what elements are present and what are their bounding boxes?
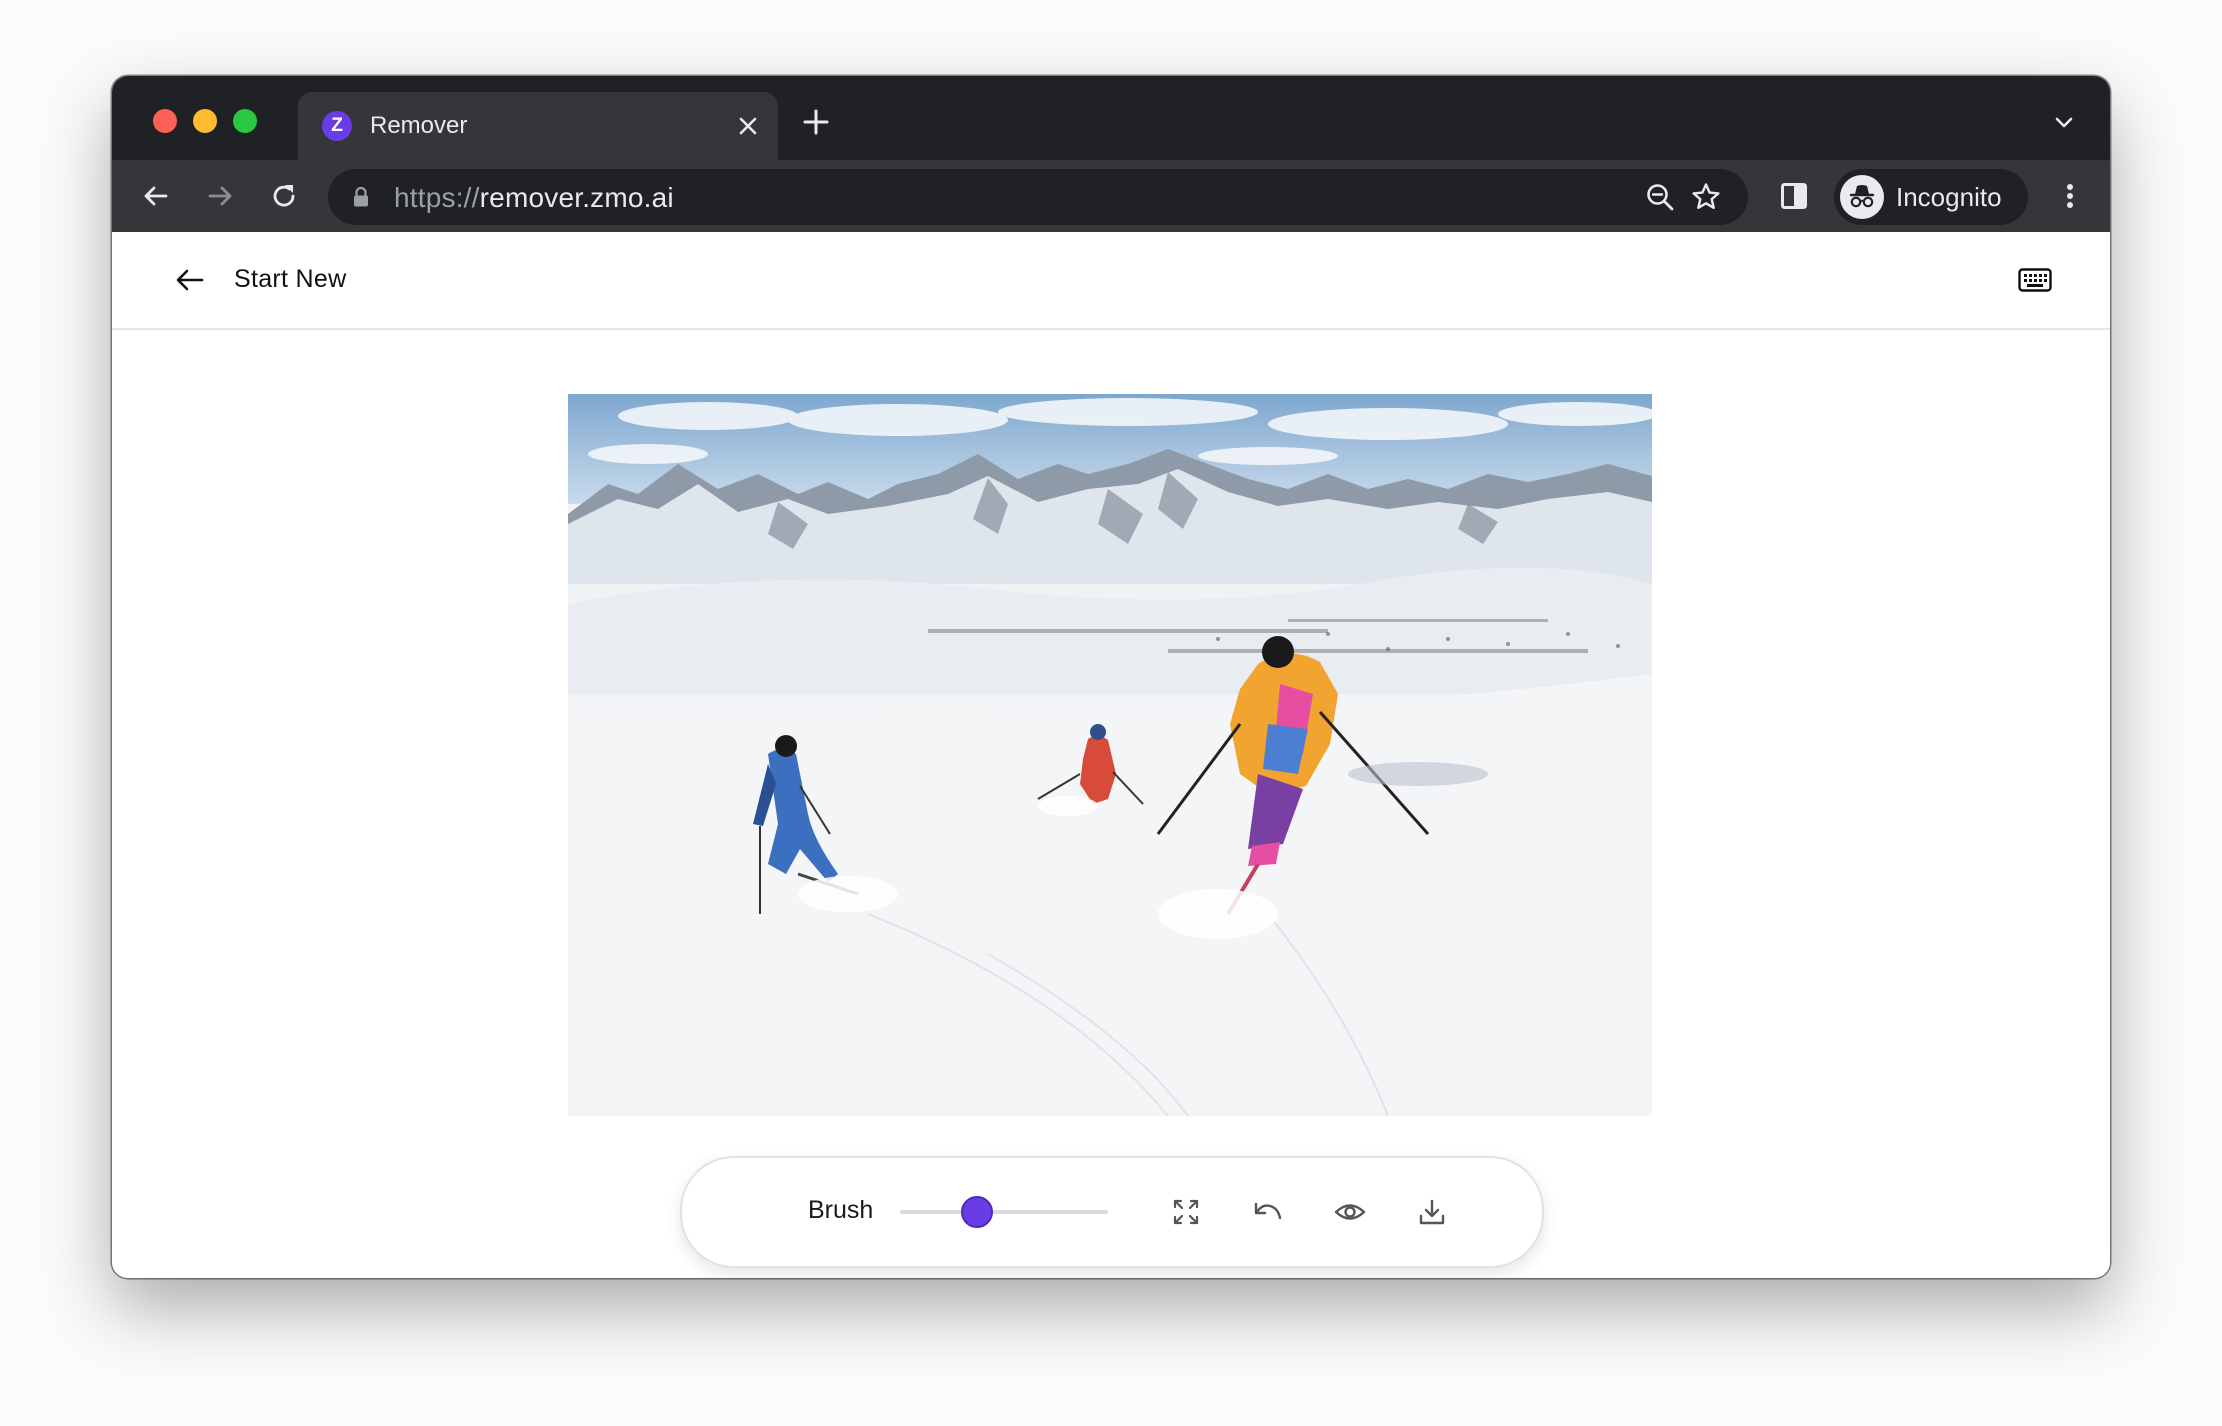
forward-icon [208, 186, 232, 206]
lock-icon[interactable] [352, 186, 370, 208]
slider-track[interactable] [900, 1210, 1108, 1214]
incognito-icon [1840, 175, 1884, 219]
tab-title: Remover [370, 112, 468, 139]
skiers-photo [568, 394, 1652, 1116]
download-icon [1419, 1199, 1445, 1225]
start-new-button[interactable]: Start New [234, 265, 346, 294]
tab-remover[interactable]: Z Remover [298, 92, 778, 160]
app-header: Start New [112, 232, 2110, 330]
more-menu-icon [2067, 184, 2073, 208]
download-button[interactable] [1416, 1196, 1448, 1228]
slider-thumb[interactable] [960, 1196, 993, 1228]
bookmark-star-icon[interactable] [1690, 181, 1722, 213]
undo-icon [1254, 1202, 1282, 1220]
address-bar[interactable]: https://remover.zmo.ai [328, 169, 1748, 225]
page-content: Start New Brush [112, 232, 2110, 1278]
minimize-window-button[interactable] [193, 109, 217, 133]
brush-size-slider[interactable] [900, 1196, 1108, 1228]
back-arrow-icon[interactable] [174, 264, 206, 296]
profile-label: Incognito [1896, 182, 2002, 212]
preview-button[interactable] [1334, 1196, 1366, 1228]
side-panel-button[interactable] [1776, 178, 1812, 214]
reload-button[interactable] [266, 178, 302, 214]
reload-icon [273, 185, 295, 207]
image-canvas[interactable] [568, 394, 1652, 1116]
editor-toolbar: Brush [680, 1156, 1544, 1268]
fullscreen-icon [1173, 1199, 1199, 1225]
undo-button[interactable] [1252, 1196, 1284, 1228]
incognito-profile-button[interactable]: Incognito [1834, 169, 2028, 225]
tab-search-icon[interactable] [2052, 110, 2076, 134]
keyboard-icon[interactable] [2018, 268, 2052, 292]
side-panel-icon [1781, 183, 1807, 209]
browser-toolbar: https://remover.zmo.ai Incognito [112, 160, 2110, 232]
fullscreen-button[interactable] [1170, 1196, 1202, 1228]
eye-icon [1334, 1204, 1366, 1220]
back-icon [144, 186, 168, 206]
zoom-window-button[interactable] [233, 109, 257, 133]
zoom-icon[interactable] [1644, 181, 1676, 213]
browser-window: Z Remover https://remover.zmo.ai Incogni… [112, 76, 2110, 1278]
tab-close-icon[interactable] [734, 112, 762, 140]
more-menu-button[interactable] [2052, 178, 2088, 214]
zmo-favicon: Z [322, 111, 352, 141]
tab-strip: Z Remover [112, 76, 2110, 160]
forward-button[interactable] [202, 178, 238, 214]
back-button[interactable] [138, 178, 174, 214]
brush-label: Brush [808, 1196, 874, 1224]
close-window-button[interactable] [153, 109, 177, 133]
new-tab-icon[interactable] [802, 108, 830, 136]
url-text: https://remover.zmo.ai [394, 182, 674, 213]
